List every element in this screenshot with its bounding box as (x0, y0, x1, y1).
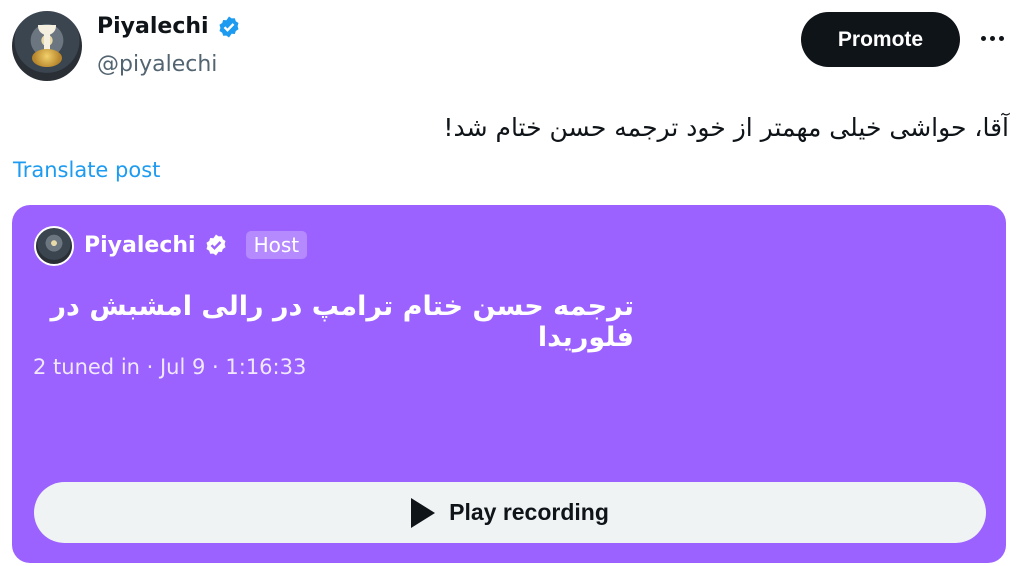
author-handle[interactable]: @piyalechi (97, 52, 217, 77)
host-badge: Host (245, 231, 308, 259)
more-dot (998, 35, 1004, 41)
author-name-row: Piyalechi (97, 14, 241, 39)
host-name: Piyalechi (84, 232, 196, 258)
gold-base (32, 49, 62, 67)
promote-button[interactable]: Promote (801, 12, 960, 67)
play-recording-button[interactable]: Play recording (34, 482, 986, 543)
host-row: Piyalechi Host (84, 231, 308, 259)
author-avatar[interactable] (12, 11, 82, 81)
more-dot (980, 35, 986, 41)
verified-badge-icon (219, 16, 239, 37)
translate-post-link[interactable]: Translate post (13, 158, 160, 182)
host-avatar (34, 226, 74, 266)
space-card[interactable]: Piyalechi Host ترجمه حسن ختام ترامپ در ر… (12, 205, 1006, 563)
space-meta: 2 tuned in · Jul 9 · 1:16:33 (33, 355, 307, 379)
more-dot (989, 35, 995, 41)
play-recording-label: Play recording (449, 499, 609, 525)
play-icon (411, 497, 436, 528)
more-horizontal-icon[interactable] (978, 26, 1006, 50)
space-title: ترجمه حسن ختام ترامپ در رالی امشبش در فل… (50, 291, 634, 353)
post-text: آقا، حواشی خیلی مهمتر از خود ترجمه حسن خ… (443, 113, 1009, 142)
verified-badge-icon (206, 234, 226, 256)
author-name[interactable]: Piyalechi (97, 14, 209, 39)
